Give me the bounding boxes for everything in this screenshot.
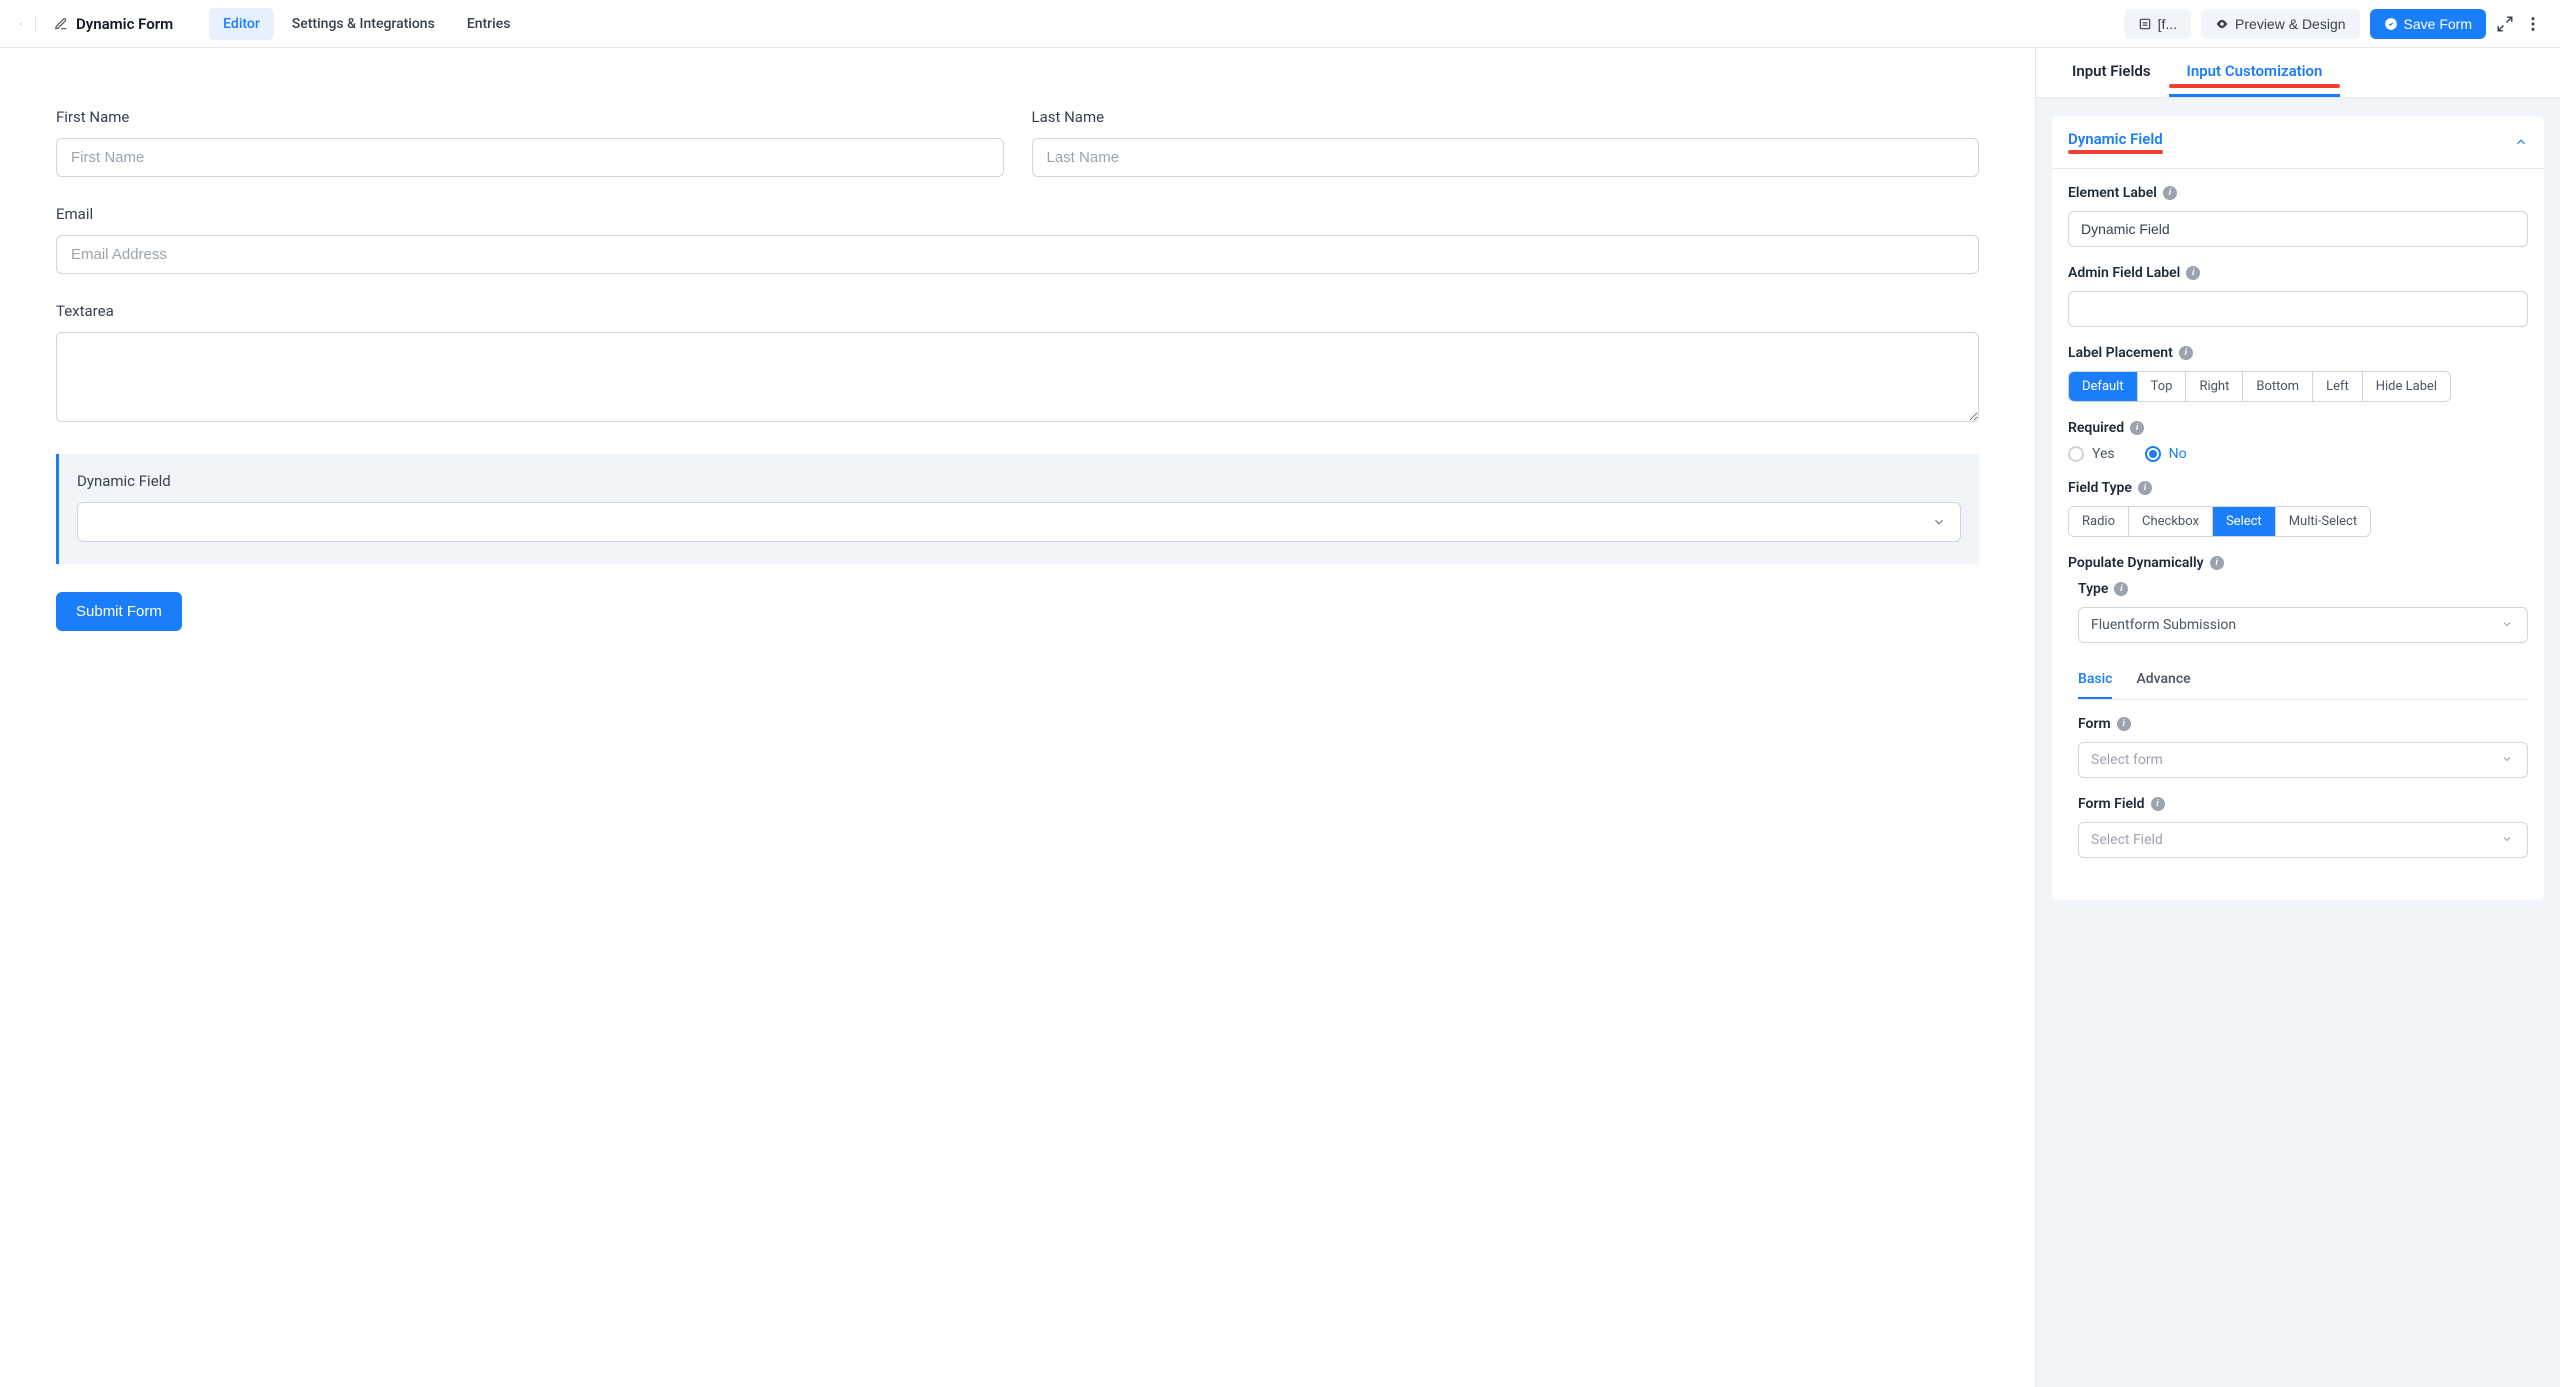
tab-settings[interactable]: Settings & Integrations [278,8,449,40]
info-icon[interactable]: i [2151,797,2165,811]
last-name-input[interactable] [1032,138,1980,177]
radio-icon [2145,446,2161,462]
admin-label-input[interactable] [2068,291,2528,327]
placement-right[interactable]: Right [2186,372,2243,401]
type-select[interactable]: Fluentform Submission [2078,607,2528,643]
shortcode-icon [2138,17,2152,31]
dynamic-field-select[interactable] [77,502,1961,542]
fieldtype-checkbox[interactable]: Checkbox [2129,507,2213,536]
annotation-underline [2068,150,2163,154]
info-icon[interactable]: i [2130,421,2144,435]
info-icon[interactable]: i [2210,556,2224,570]
label-placement-title: Label Placement [2068,345,2173,361]
required-yes-label: Yes [2092,446,2115,462]
tab-input-customization-label: Input Customization [2187,62,2323,80]
form-select-title: Form [2078,716,2111,732]
info-icon[interactable]: i [2179,346,2193,360]
placement-default[interactable]: Default [2069,372,2138,401]
required-no[interactable]: No [2145,446,2187,462]
email-label: Email [56,205,1979,223]
fieldtype-multiselect[interactable]: Multi-Select [2276,507,2370,536]
last-name-label: Last Name [1032,108,1980,126]
submit-button[interactable]: Submit Form [56,592,182,631]
type-value: Fluentform Submission [2091,617,2236,633]
back-button[interactable] [18,15,36,33]
dynamic-field-block[interactable]: Dynamic Field [56,454,1979,564]
email-input[interactable] [56,235,1979,274]
placement-bottom[interactable]: Bottom [2243,372,2313,401]
placement-left[interactable]: Left [2313,372,2363,401]
preview-label: Preview & Design [2235,16,2346,32]
panel-header[interactable]: Dynamic Field [2052,116,2544,169]
more-button[interactable] [2524,15,2542,33]
panel-title: Dynamic Field [2068,130,2163,148]
form-canvas: First Name Last Name Email Textarea Dyna… [0,48,2035,1387]
check-circle-icon [2384,17,2398,31]
preview-button[interactable]: Preview & Design [2201,9,2360,39]
tab-input-customization[interactable]: Input Customization [2169,48,2341,97]
placement-top[interactable]: Top [2138,372,2187,401]
shortcode-label: [f... [2158,16,2177,32]
expand-button[interactable] [2496,15,2514,33]
chevron-up-icon[interactable] [2514,135,2528,149]
eye-icon [2215,17,2229,31]
tab-input-fields[interactable]: Input Fields [2054,48,2169,97]
first-name-input[interactable] [56,138,1004,177]
dynamic-field-label: Dynamic Field [77,472,1961,490]
chevron-down-icon [2501,753,2515,767]
first-name-label: First Name [56,108,1004,126]
type-title: Type [2078,581,2108,597]
element-label-input[interactable] [2068,211,2528,247]
info-icon[interactable]: i [2114,582,2128,596]
info-icon[interactable]: i [2138,481,2152,495]
pencil-icon [54,17,68,31]
required-no-label: No [2169,446,2187,462]
subtab-basic[interactable]: Basic [2078,661,2112,699]
chevron-down-icon [2501,833,2515,847]
subtab-advance[interactable]: Advance [2136,661,2190,699]
fieldtype-select[interactable]: Select [2213,507,2276,536]
form-field-select[interactable]: Select Field [2078,822,2528,858]
save-button[interactable]: Save Form [2370,9,2486,39]
tab-editor[interactable]: Editor [209,8,274,40]
info-icon[interactable]: i [2186,266,2200,280]
radio-icon [2068,446,2084,462]
form-title-text: Dynamic Form [76,15,173,33]
placement-hide[interactable]: Hide Label [2363,372,2450,401]
element-label-title: Element Label [2068,185,2157,201]
chevron-down-icon [2501,618,2515,632]
textarea-label: Textarea [56,302,1979,320]
label-placement-group: Default Top Right Bottom Left Hide Label [2068,371,2451,402]
field-type-group: Radio Checkbox Select Multi-Select [2068,506,2371,537]
form-title: Dynamic Form [54,15,191,33]
required-title: Required [2068,420,2124,436]
populate-title: Populate Dynamically [2068,555,2204,571]
shortcode-button[interactable]: [f... [2124,9,2191,39]
sidebar: Input Fields Input Customization Dynamic… [2035,48,2560,1387]
form-select[interactable]: Select form [2078,742,2528,778]
textarea-input[interactable] [56,332,1979,422]
required-yes[interactable]: Yes [2068,446,2115,462]
info-icon[interactable]: i [2117,717,2131,731]
tab-entries[interactable]: Entries [453,8,525,40]
form-field-title: Form Field [2078,796,2145,812]
form-select-placeholder: Select form [2091,752,2163,768]
save-label: Save Form [2404,16,2472,32]
form-field-placeholder: Select Field [2091,832,2163,848]
annotation-underline [2169,84,2341,88]
info-icon[interactable]: i [2163,186,2177,200]
chevron-down-icon [1932,515,1946,529]
fieldtype-radio[interactable]: Radio [2069,507,2129,536]
admin-label-title: Admin Field Label [2068,265,2180,281]
field-type-title: Field Type [2068,480,2132,496]
